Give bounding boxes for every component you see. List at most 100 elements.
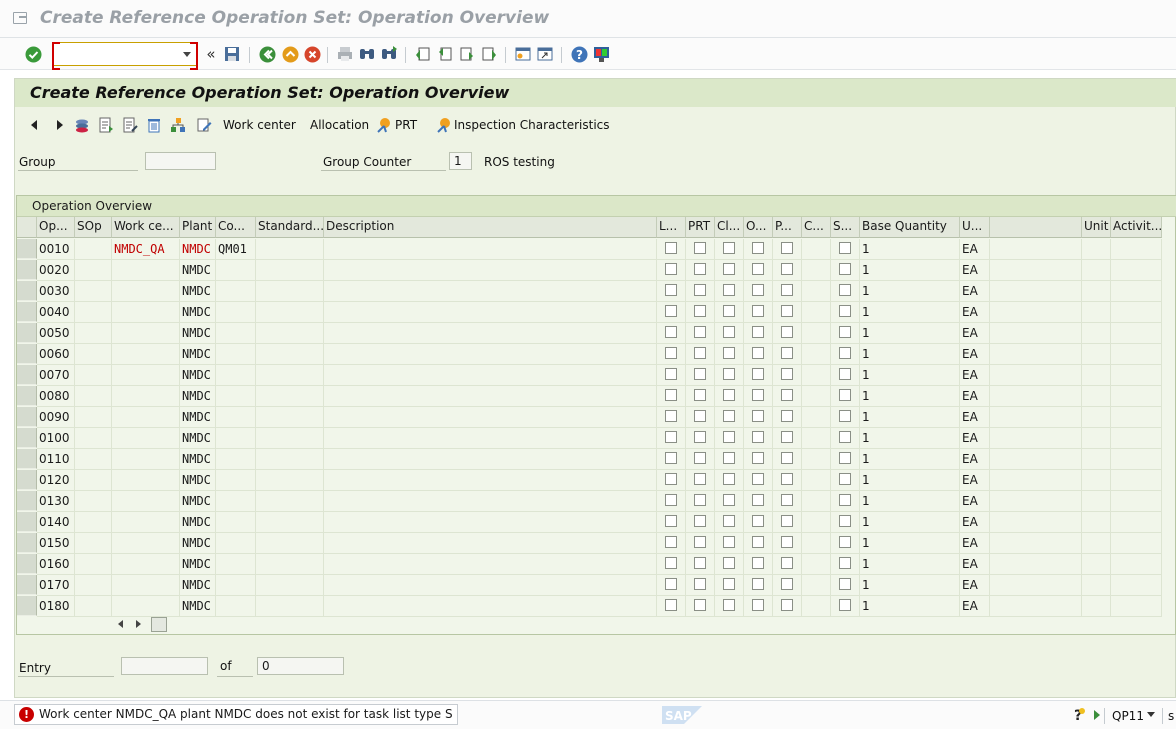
cell-checkbox[interactable] xyxy=(831,281,860,302)
save-icon[interactable] xyxy=(223,45,241,63)
cancel-icon[interactable] xyxy=(303,45,321,63)
prt-button[interactable]: PRT xyxy=(395,118,417,132)
cell-op[interactable]: 0110 xyxy=(37,449,75,470)
cell-op[interactable]: 0030 xyxy=(37,281,75,302)
table-cell[interactable] xyxy=(256,239,324,260)
table-cell[interactable] xyxy=(324,407,657,428)
checkbox[interactable] xyxy=(839,347,851,359)
table-cell[interactable] xyxy=(802,512,831,533)
cell-op[interactable]: 0100 xyxy=(37,428,75,449)
find-next-icon[interactable] xyxy=(380,45,398,63)
table-cell[interactable] xyxy=(802,386,831,407)
table-cell[interactable] xyxy=(1082,365,1111,386)
table-cell[interactable] xyxy=(990,281,1082,302)
checkbox[interactable] xyxy=(752,305,764,317)
cell-co[interactable] xyxy=(216,470,256,491)
checkbox[interactable] xyxy=(694,263,706,275)
cell-checkbox[interactable] xyxy=(831,470,860,491)
checkbox[interactable] xyxy=(665,494,677,506)
table-cell[interactable] xyxy=(802,239,831,260)
table-cell[interactable] xyxy=(1082,386,1111,407)
cell-checkbox[interactable] xyxy=(773,365,802,386)
column-header[interactable]: U... xyxy=(960,217,990,238)
cell-plant[interactable]: NMDC xyxy=(180,575,216,596)
checkbox[interactable] xyxy=(694,494,706,506)
table-cell[interactable] xyxy=(1111,596,1162,617)
cell-checkbox[interactable] xyxy=(686,260,715,281)
cell-checkbox[interactable] xyxy=(744,449,773,470)
checkbox[interactable] xyxy=(723,536,735,548)
checkbox[interactable] xyxy=(781,494,793,506)
table-cell[interactable] xyxy=(990,575,1082,596)
cell-checkbox[interactable] xyxy=(657,491,686,512)
inspection-characteristics-button[interactable]: Inspection Characteristics xyxy=(454,118,610,132)
row-selector[interactable] xyxy=(17,260,37,280)
cell-checkbox[interactable] xyxy=(773,491,802,512)
table-cell[interactable] xyxy=(256,323,324,344)
table-cell[interactable] xyxy=(1111,428,1162,449)
checkbox[interactable] xyxy=(723,347,735,359)
checkbox[interactable] xyxy=(839,368,851,380)
column-header[interactable]: O... xyxy=(744,217,773,238)
cell-co[interactable] xyxy=(216,533,256,554)
cell-checkbox[interactable] xyxy=(773,428,802,449)
find-icon[interactable] xyxy=(358,45,376,63)
column-header[interactable]: L... xyxy=(657,217,686,238)
cell-sop[interactable] xyxy=(75,533,112,554)
checkbox[interactable] xyxy=(781,578,793,590)
checkbox[interactable] xyxy=(665,431,677,443)
table-cell[interactable] xyxy=(802,260,831,281)
table-cell[interactable] xyxy=(802,449,831,470)
cell-checkbox[interactable] xyxy=(657,407,686,428)
table-cell[interactable] xyxy=(1082,407,1111,428)
table-cell[interactable] xyxy=(1082,449,1111,470)
checkbox[interactable] xyxy=(694,389,706,401)
cell-plant[interactable]: NMDC xyxy=(180,512,216,533)
structure-icon[interactable] xyxy=(169,116,187,134)
cell-checkbox[interactable] xyxy=(686,428,715,449)
cell-op[interactable]: 0020 xyxy=(37,260,75,281)
help-question-icon[interactable]: ? xyxy=(1070,706,1088,724)
cell-un[interactable]: EA xyxy=(960,575,990,596)
cell-checkbox[interactable] xyxy=(686,239,715,260)
delete-icon[interactable] xyxy=(145,116,163,134)
table-cell[interactable] xyxy=(324,512,657,533)
checkbox[interactable] xyxy=(723,242,735,254)
table-cell[interactable] xyxy=(1082,554,1111,575)
table-cell[interactable] xyxy=(990,470,1082,491)
cell-checkbox[interactable] xyxy=(831,323,860,344)
cell-co[interactable] xyxy=(216,449,256,470)
table-cell[interactable] xyxy=(324,533,657,554)
table-cell[interactable] xyxy=(256,428,324,449)
cell-checkbox[interactable] xyxy=(744,491,773,512)
cell-checkbox[interactable] xyxy=(657,386,686,407)
row-selector[interactable] xyxy=(17,386,37,406)
cell-op[interactable]: 0170 xyxy=(37,575,75,596)
cell-checkbox[interactable] xyxy=(715,386,744,407)
cell-wc[interactable] xyxy=(112,302,180,323)
table-cell[interactable] xyxy=(990,323,1082,344)
cell-un[interactable]: EA xyxy=(960,365,990,386)
cell-op[interactable]: 0150 xyxy=(37,533,75,554)
cell-sop[interactable] xyxy=(75,365,112,386)
detail-icon[interactable] xyxy=(97,116,115,134)
cell-checkbox[interactable] xyxy=(715,260,744,281)
checkbox[interactable] xyxy=(839,452,851,464)
cell-checkbox[interactable] xyxy=(715,596,744,617)
checkbox[interactable] xyxy=(723,368,735,380)
cell-checkbox[interactable] xyxy=(715,449,744,470)
table-cell[interactable] xyxy=(1111,344,1162,365)
cell-checkbox[interactable] xyxy=(773,260,802,281)
cell-plant[interactable]: NMDC xyxy=(180,260,216,281)
help-icon[interactable]: ? xyxy=(570,45,588,63)
cell-plant[interactable]: NMDC xyxy=(180,596,216,617)
checkbox[interactable] xyxy=(839,263,851,275)
table-cell[interactable] xyxy=(324,239,657,260)
cell-base[interactable]: 1 xyxy=(860,323,960,344)
row-selector[interactable] xyxy=(17,512,37,532)
cell-wc[interactable] xyxy=(112,428,180,449)
system-dropdown-icon[interactable] xyxy=(1147,712,1155,717)
cell-op[interactable]: 0140 xyxy=(37,512,75,533)
previous-page-icon[interactable] xyxy=(436,45,454,63)
table-cell[interactable] xyxy=(990,260,1082,281)
